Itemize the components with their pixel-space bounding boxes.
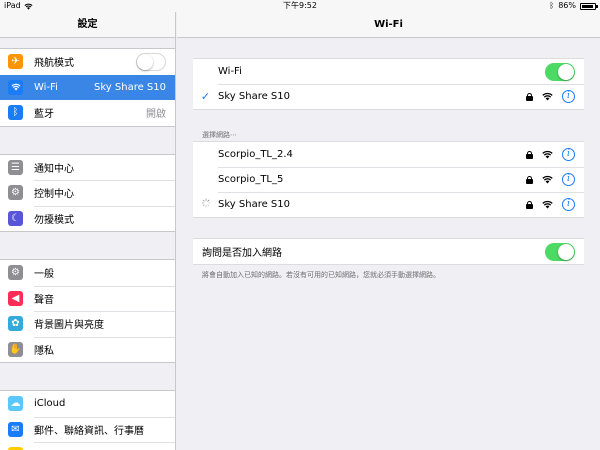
lock-icon bbox=[526, 92, 533, 101]
ask-join-label: 詢問是否加入網路 bbox=[202, 248, 282, 259]
ask-join-toggle[interactable] bbox=[545, 242, 575, 261]
wifi-toggle[interactable] bbox=[545, 62, 575, 81]
sidebar-item-label: 勿擾模式 bbox=[34, 214, 74, 226]
sidebar-item[interactable]: ✋ 隱私 bbox=[0, 336, 175, 363]
sidebar-item-label: iCloud bbox=[34, 398, 66, 410]
wifi-strength-icon bbox=[542, 150, 553, 159]
wifi-strength-icon bbox=[542, 175, 553, 184]
sidebar-title: 設定 bbox=[0, 12, 175, 38]
choose-network-header: 選擇網路⋯ bbox=[202, 131, 237, 139]
status-time: 下午9:52 bbox=[283, 1, 317, 10]
status-right: ᛒ 86% bbox=[549, 0, 598, 12]
sidebar-item-label: 聲音 bbox=[34, 294, 54, 306]
sidebar-item-label: 一般 bbox=[34, 269, 54, 281]
sidebar-item[interactable]: ✉ 郵件、聯絡資訊、行事曆 bbox=[0, 416, 175, 443]
sidebar-item[interactable]: ᛒ 藍牙 開啟 bbox=[0, 100, 175, 126]
sidebar-item[interactable]: ✈ 飛航模式 bbox=[0, 49, 175, 75]
battery-percent: 86% bbox=[558, 1, 576, 10]
sidebar-item[interactable]: ☰ 通知中心 bbox=[0, 155, 175, 181]
airplane-mode-toggle[interactable] bbox=[136, 52, 166, 71]
sidebar-item-label: 控制中心 bbox=[34, 189, 74, 201]
lock-icon bbox=[526, 200, 533, 209]
bluetooth-icon: ᛒ bbox=[8, 105, 23, 121]
info-icon[interactable]: i bbox=[562, 90, 575, 103]
sidebar-item-label: 飛航模式 bbox=[34, 58, 74, 70]
sidebar-item[interactable]: ⚙ 控制中心 bbox=[0, 180, 175, 206]
network-row[interactable]: Scorpio_TL_5 i bbox=[193, 167, 584, 192]
wifi-status-card: Wi-Fi ✓ Sky Share S10 i bbox=[193, 58, 584, 110]
airplane-icon: ✈ bbox=[8, 54, 23, 70]
sidebar-item[interactable]: ☁ iCloud bbox=[0, 391, 175, 417]
checkmark-icon: ✓ bbox=[200, 90, 211, 103]
wifi-detail-pane: Wi-Fi Wi-Fi ✓ Sky Share S10 i 選擇網路⋯ Scor… bbox=[177, 12, 600, 450]
sidebar-item-label: 隱私 bbox=[34, 345, 54, 357]
wifi-strength-icon bbox=[542, 92, 553, 101]
sidebar-group: ☰ 通知中心 ⚙ 控制中心 ☾ 勿擾模式 bbox=[0, 153, 175, 232]
sidebar-item[interactable]: ≡備忘錄 bbox=[0, 442, 175, 450]
sidebar-item-label: 郵件、聯絡資訊、行事曆 bbox=[34, 425, 144, 437]
sidebar-item[interactable]: ☾ 勿擾模式 bbox=[0, 205, 175, 232]
cloud-icon: ☁ bbox=[8, 396, 23, 412]
gear-icon: ⚙ bbox=[8, 265, 23, 281]
wifi-toggle-row: Wi-Fi bbox=[193, 59, 584, 84]
detail-title: Wi-Fi bbox=[177, 12, 600, 38]
sidebar-item-value: Sky Share S10 bbox=[94, 81, 166, 93]
mail-icon: ✉ bbox=[8, 421, 23, 437]
network-row[interactable]: Sky Share S10 i bbox=[193, 192, 584, 217]
sidebar-item-label: 藍牙 bbox=[34, 109, 54, 121]
sidebar-group: ⚙ 一般 ◀ 聲音 ✿ 背景圖片與亮度 ✋ 隱私 bbox=[0, 259, 175, 363]
connected-network-row[interactable]: ✓ Sky Share S10 i bbox=[193, 84, 584, 109]
sidebar-item-value: 開啟 bbox=[146, 109, 166, 121]
loading-spinner-icon bbox=[193, 198, 218, 211]
info-icon[interactable]: i bbox=[562, 173, 575, 186]
battery-icon bbox=[580, 2, 598, 10]
sidebar-item[interactable]: ✿ 背景圖片與亮度 bbox=[0, 311, 175, 337]
wifi-icon bbox=[8, 79, 23, 95]
status-bar: iPad 下午9:52 ᛒ 86% bbox=[0, 0, 600, 12]
wifi-toggle-label: Wi-Fi bbox=[218, 66, 242, 77]
settings-sidebar: 設定 ✈ 飛航模式 Wi-Fi Sky Share S10 ᛒ 藍牙 開啟 ☰ 通知中心 ⚙ 控制中… bbox=[0, 12, 176, 450]
network-row[interactable]: Scorpio_TL_2.4 i bbox=[193, 142, 584, 167]
sidebar-item[interactable]: ◀ 聲音 bbox=[0, 285, 175, 312]
ask-join-card: 詢問是否加入網路 bbox=[193, 238, 584, 265]
wifi-strength-icon bbox=[542, 200, 553, 209]
hand-icon: ✋ bbox=[8, 341, 23, 357]
ask-join-row: 詢問是否加入網路 bbox=[193, 239, 584, 264]
ask-join-footnote: 將會自動加入已知的網路。若沒有可用的已知網路，您就必須手動選擇網路。 bbox=[202, 271, 440, 279]
info-icon[interactable]: i bbox=[562, 148, 575, 161]
lock-icon bbox=[526, 150, 533, 159]
sidebar-item-label: Wi-Fi bbox=[34, 81, 58, 93]
notification-center-icon: ☰ bbox=[8, 159, 23, 175]
bluetooth-status-icon: ᛒ bbox=[549, 1, 555, 10]
info-icon[interactable]: i bbox=[562, 198, 575, 211]
network-list-card: Scorpio_TL_2.4 i Scorpio_TL_5 i Sky Share S1… bbox=[193, 141, 584, 218]
sidebar-item[interactable]: ⚙ 一般 bbox=[0, 260, 175, 286]
network-name: Scorpio_TL_5 bbox=[218, 174, 284, 185]
flower-icon: ✿ bbox=[8, 316, 23, 332]
connected-network-name: Sky Share S10 bbox=[218, 91, 290, 102]
moon-icon: ☾ bbox=[8, 210, 23, 226]
lock-icon bbox=[526, 175, 533, 184]
sidebar-item-label: 通知中心 bbox=[34, 163, 74, 175]
sidebar-item-label: 背景圖片與亮度 bbox=[34, 320, 104, 332]
network-name: Scorpio_TL_2.4 bbox=[218, 149, 293, 160]
control-center-icon: ⚙ bbox=[8, 185, 23, 201]
sidebar-group: ☁ iCloud ✉ 郵件、聯絡資訊、行事曆 ≡備忘錄 bbox=[0, 390, 175, 450]
speaker-icon: ◀ bbox=[8, 290, 23, 306]
network-name: Sky Share S10 bbox=[218, 199, 290, 210]
sidebar-item[interactable]: Wi-Fi Sky Share S10 bbox=[0, 74, 175, 100]
sidebar-groups: ✈ 飛航模式 Wi-Fi Sky Share S10 ᛒ 藍牙 開啟 ☰ 通知中心 ⚙ 控制中心 ☾ 勿… bbox=[0, 38, 175, 450]
sidebar-group: ✈ 飛航模式 Wi-Fi Sky Share S10 ᛒ 藍牙 開啟 bbox=[0, 48, 175, 127]
